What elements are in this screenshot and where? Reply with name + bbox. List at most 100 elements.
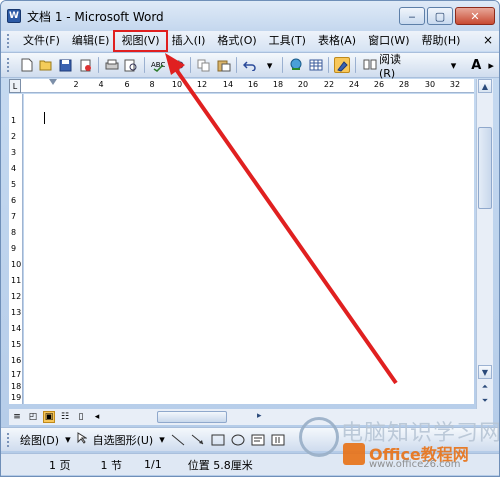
toolbar-separator — [190, 57, 192, 73]
normal-view-icon[interactable]: ≡ — [11, 411, 23, 423]
oval-tool-icon[interactable] — [231, 434, 245, 446]
select-objects-icon[interactable] — [77, 432, 88, 447]
menu-file[interactable]: 文件(F) — [17, 32, 66, 50]
word-app-icon[interactable]: W — [7, 9, 21, 23]
ruler-number: 14 — [222, 80, 234, 89]
menu-edit[interactable]: 编辑(E) — [66, 32, 116, 50]
ruler-number: 12 — [196, 80, 208, 89]
ruler-number: 9 — [11, 244, 17, 253]
rectangle-tool-icon[interactable] — [211, 434, 225, 446]
scroll-up-icon[interactable]: ▲ — [478, 79, 492, 93]
toolbar-overflow-icon[interactable]: ▸ — [483, 57, 499, 73]
toolbar-grip-handle[interactable] — [7, 58, 11, 72]
print-layout-icon[interactable]: ▣ — [43, 411, 55, 423]
menu-help[interactable]: 帮助(H) — [416, 32, 467, 50]
ruler-number: 22 — [323, 80, 335, 89]
draw-menu-button[interactable]: 绘图(D) — [20, 432, 59, 448]
toolbar-options-icon[interactable]: ▾ — [446, 57, 462, 73]
ruler-number: 30 — [424, 80, 436, 89]
print-preview-icon[interactable] — [124, 57, 140, 73]
print-icon[interactable] — [104, 57, 120, 73]
next-page-icon[interactable]: ⏷ — [478, 395, 492, 407]
status-section: 1 节 — [100, 458, 123, 472]
ruler-number: 14 — [11, 324, 22, 333]
outline-view-icon[interactable]: ☷ — [59, 411, 71, 423]
ruler-number: 15 — [11, 340, 22, 349]
read-mode-button[interactable]: 阅读(R) — [363, 51, 416, 80]
research-icon[interactable] — [170, 57, 186, 73]
toolbar-separator — [98, 57, 100, 73]
web-view-icon[interactable]: ◰ — [27, 411, 39, 423]
document-page[interactable] — [24, 94, 474, 404]
maximize-button[interactable]: ▢ — [427, 7, 453, 25]
draw-dropdown-icon[interactable]: ▾ — [65, 433, 71, 446]
open-folder-icon[interactable] — [38, 57, 54, 73]
window-controls: ‒ ▢ ✕ — [399, 7, 495, 25]
drawing-grip-handle[interactable] — [7, 432, 11, 447]
ruler-number: 16 — [11, 356, 22, 365]
status-page: 1 页 — [49, 458, 71, 472]
autoshapes-menu-button[interactable]: 自选图形(U) — [93, 432, 154, 448]
menu-grip-handle[interactable] — [7, 34, 11, 48]
save-icon[interactable] — [58, 57, 74, 73]
permission-icon[interactable] — [78, 57, 94, 73]
read-mode-label: 阅读(R) — [378, 52, 401, 80]
text-box-tool-icon[interactable] — [251, 434, 265, 446]
horizontal-ruler[interactable]: L 2 4 6 8 10 12 14 16 18 20 22 24 26 28 … — [9, 79, 474, 93]
site-watermark: 电脑知识学习网 Office教程网 www.office26.com — [299, 413, 499, 475]
ruler-number: 8 — [149, 80, 155, 89]
watermark-circle-icon — [299, 417, 339, 457]
close-document-icon[interactable]: × — [483, 33, 493, 47]
vertical-ruler[interactable]: 1 2 3 4 5 6 7 8 9 10 11 12 13 14 15 16 1… — [9, 94, 23, 404]
watermark-url: www.office26.com — [369, 459, 461, 470]
line-tool-icon[interactable] — [171, 434, 185, 446]
autoshapes-dropdown-icon[interactable]: ▾ — [159, 433, 165, 446]
toolbar-separator — [328, 57, 330, 73]
toolbar-separator — [144, 57, 146, 73]
close-button[interactable]: ✕ — [455, 7, 495, 25]
ruler-number: 24 — [348, 80, 360, 89]
ruler-number: 5 — [11, 180, 17, 189]
ruler-number: 16 — [247, 80, 259, 89]
book-icon — [363, 58, 377, 73]
text-cursor — [44, 112, 45, 124]
copy-icon[interactable] — [196, 57, 212, 73]
menu-format[interactable]: 格式(O) — [211, 32, 262, 50]
menu-view[interactable]: 视图(V) — [113, 30, 168, 52]
paste-icon[interactable] — [216, 57, 232, 73]
vertical-text-box-icon[interactable] — [271, 434, 285, 446]
minimize-button[interactable]: ‒ — [399, 7, 425, 25]
standard-toolbar: ABC ▾ 阅读(R) ▾ A ▸ — [1, 51, 499, 80]
spelling-grammar-icon[interactable]: ABC — [150, 57, 166, 73]
undo-icon[interactable] — [242, 57, 258, 73]
vertical-scrollbar[interactable]: ▲ ▼ ⏶ ⏷ — [476, 79, 493, 409]
menu-window[interactable]: 窗口(W) — [362, 32, 415, 50]
tab-selector[interactable]: L — [9, 79, 21, 93]
insert-table-icon[interactable] — [308, 57, 324, 73]
undo-dropdown-icon[interactable]: ▾ — [262, 57, 278, 73]
ruler-number: 12 — [11, 292, 22, 301]
title-bar: W 文档 1 - Microsoft Word ‒ ▢ ✕ — [1, 1, 499, 31]
scroll-right-icon[interactable]: ▸ — [257, 411, 262, 421]
arrow-tool-icon[interactable] — [191, 434, 205, 446]
hyperlink-icon[interactable] — [288, 57, 304, 73]
horizontal-scroll-thumb[interactable] — [157, 411, 227, 423]
reading-layout-icon[interactable]: ▯ — [75, 411, 87, 423]
scroll-down-icon[interactable]: ▼ — [478, 365, 492, 379]
first-line-indent-marker[interactable] — [49, 79, 57, 85]
vertical-scroll-thumb[interactable] — [478, 127, 492, 209]
ruler-number: 13 — [11, 308, 22, 317]
new-document-icon[interactable] — [19, 57, 35, 73]
previous-page-icon[interactable]: ⏶ — [478, 381, 492, 393]
scroll-left-icon[interactable]: ◂ — [91, 411, 103, 423]
menu-tools[interactable]: 工具(T) — [263, 32, 312, 50]
ruler-number: 11 — [11, 276, 22, 285]
menu-table[interactable]: 表格(A) — [312, 32, 362, 50]
ruler-number: 19 — [11, 393, 22, 402]
drawing-toggle-icon[interactable] — [334, 57, 351, 73]
ruler-number: 18 — [11, 382, 22, 391]
menu-insert[interactable]: 插入(I) — [166, 32, 212, 50]
grow-font-icon[interactable]: A — [471, 58, 481, 73]
ruler-number: 4 — [98, 80, 104, 89]
toolbar-separator — [282, 57, 284, 73]
